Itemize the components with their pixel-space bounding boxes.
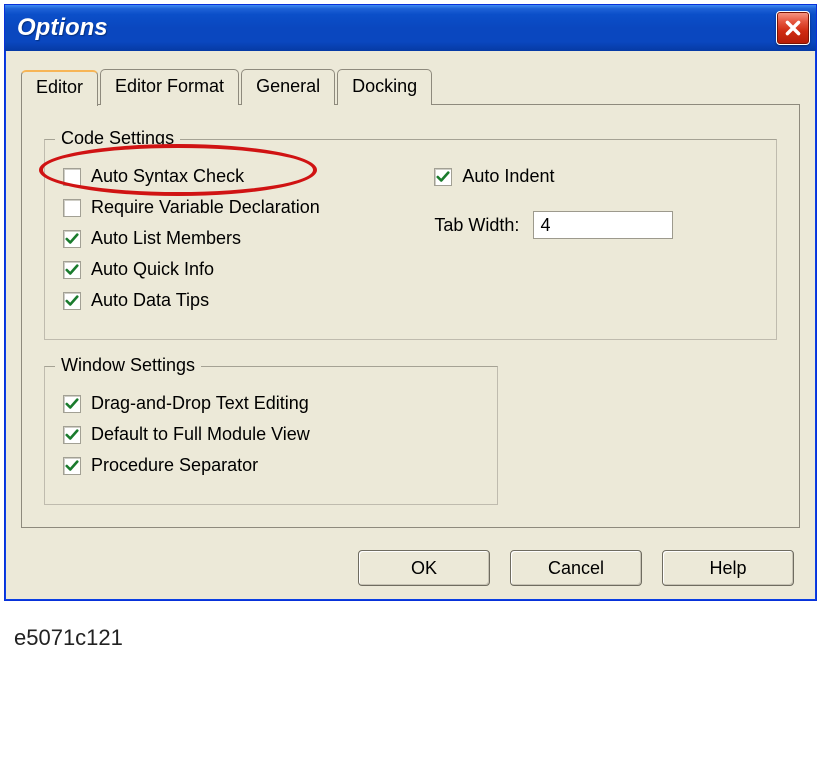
checkbox-procedure-separator[interactable]: Procedure Separator bbox=[63, 455, 479, 476]
close-button[interactable] bbox=[776, 11, 810, 45]
checkbox-label: Auto Indent bbox=[462, 166, 554, 187]
footer-label: e5071c121 bbox=[14, 625, 836, 651]
checkbox-auto-syntax-check[interactable]: Auto Syntax Check bbox=[63, 166, 424, 187]
checkbox-full-module-view[interactable]: Default to Full Module View bbox=[63, 424, 479, 445]
checkbox-label: Auto List Members bbox=[91, 228, 241, 249]
checkbox-box bbox=[63, 426, 81, 444]
checkbox-label: Procedure Separator bbox=[91, 455, 258, 476]
check-icon bbox=[65, 428, 79, 442]
checkbox-box bbox=[63, 168, 81, 186]
checkbox-label: Require Variable Declaration bbox=[91, 197, 320, 218]
help-button[interactable]: Help bbox=[662, 550, 794, 586]
checkbox-box bbox=[63, 199, 81, 217]
dialog-buttons: OK Cancel Help bbox=[21, 550, 800, 586]
checkbox-box bbox=[63, 457, 81, 475]
tab-width-row: Tab Width: bbox=[434, 211, 758, 239]
tab-label: Docking bbox=[352, 76, 417, 96]
check-icon bbox=[65, 397, 79, 411]
checkbox-drag-and-drop[interactable]: Drag-and-Drop Text Editing bbox=[63, 393, 479, 414]
close-icon bbox=[784, 19, 802, 37]
checkbox-require-variable-declaration[interactable]: Require Variable Declaration bbox=[63, 197, 424, 218]
tab-general[interactable]: General bbox=[241, 69, 335, 105]
checkbox-label: Auto Syntax Check bbox=[91, 166, 244, 187]
check-icon bbox=[65, 263, 79, 277]
window-title: Options bbox=[17, 14, 108, 42]
checkbox-box bbox=[63, 395, 81, 413]
groupbox-legend: Code Settings bbox=[55, 128, 180, 149]
checkbox-label: Drag-and-Drop Text Editing bbox=[91, 393, 309, 414]
ok-button[interactable]: OK bbox=[358, 550, 490, 586]
tab-width-label: Tab Width: bbox=[434, 215, 519, 236]
checkbox-label: Default to Full Module View bbox=[91, 424, 310, 445]
check-icon bbox=[65, 459, 79, 473]
button-label: Help bbox=[709, 558, 746, 578]
cancel-button[interactable]: Cancel bbox=[510, 550, 642, 586]
checkbox-box bbox=[63, 292, 81, 310]
checkbox-box bbox=[434, 168, 452, 186]
checkbox-box bbox=[63, 230, 81, 248]
groupbox-code-settings: Code Settings Auto Syntax Check Require … bbox=[44, 139, 777, 340]
checkbox-auto-data-tips[interactable]: Auto Data Tips bbox=[63, 290, 424, 311]
check-icon bbox=[65, 232, 79, 246]
options-dialog: Options Editor Editor Format General Doc… bbox=[4, 4, 817, 601]
tab-editor-format[interactable]: Editor Format bbox=[100, 69, 239, 105]
check-icon bbox=[436, 170, 450, 184]
groupbox-window-settings: Window Settings Drag-and-Drop Text Editi… bbox=[44, 366, 498, 505]
tab-editor[interactable]: Editor bbox=[21, 70, 98, 106]
groupbox-legend: Window Settings bbox=[55, 355, 201, 376]
check-icon bbox=[65, 294, 79, 308]
tab-label: Editor Format bbox=[115, 76, 224, 96]
tabpanel-editor: Code Settings Auto Syntax Check Require … bbox=[21, 104, 800, 528]
checkbox-label: Auto Data Tips bbox=[91, 290, 209, 311]
checkbox-auto-indent[interactable]: Auto Indent bbox=[434, 166, 758, 187]
checkbox-box bbox=[63, 261, 81, 279]
tab-docking[interactable]: Docking bbox=[337, 69, 432, 105]
checkbox-label: Auto Quick Info bbox=[91, 259, 214, 280]
checkbox-auto-quick-info[interactable]: Auto Quick Info bbox=[63, 259, 424, 280]
titlebar: Options bbox=[5, 5, 816, 51]
tab-label: Editor bbox=[36, 77, 83, 97]
button-label: Cancel bbox=[548, 558, 604, 578]
checkbox-auto-list-members[interactable]: Auto List Members bbox=[63, 228, 424, 249]
tab-label: General bbox=[256, 76, 320, 96]
button-label: OK bbox=[411, 558, 437, 578]
tab-strip: Editor Editor Format General Docking bbox=[21, 69, 800, 105]
tab-width-input[interactable] bbox=[533, 211, 673, 239]
client-area: Editor Editor Format General Docking Cod… bbox=[5, 51, 816, 600]
